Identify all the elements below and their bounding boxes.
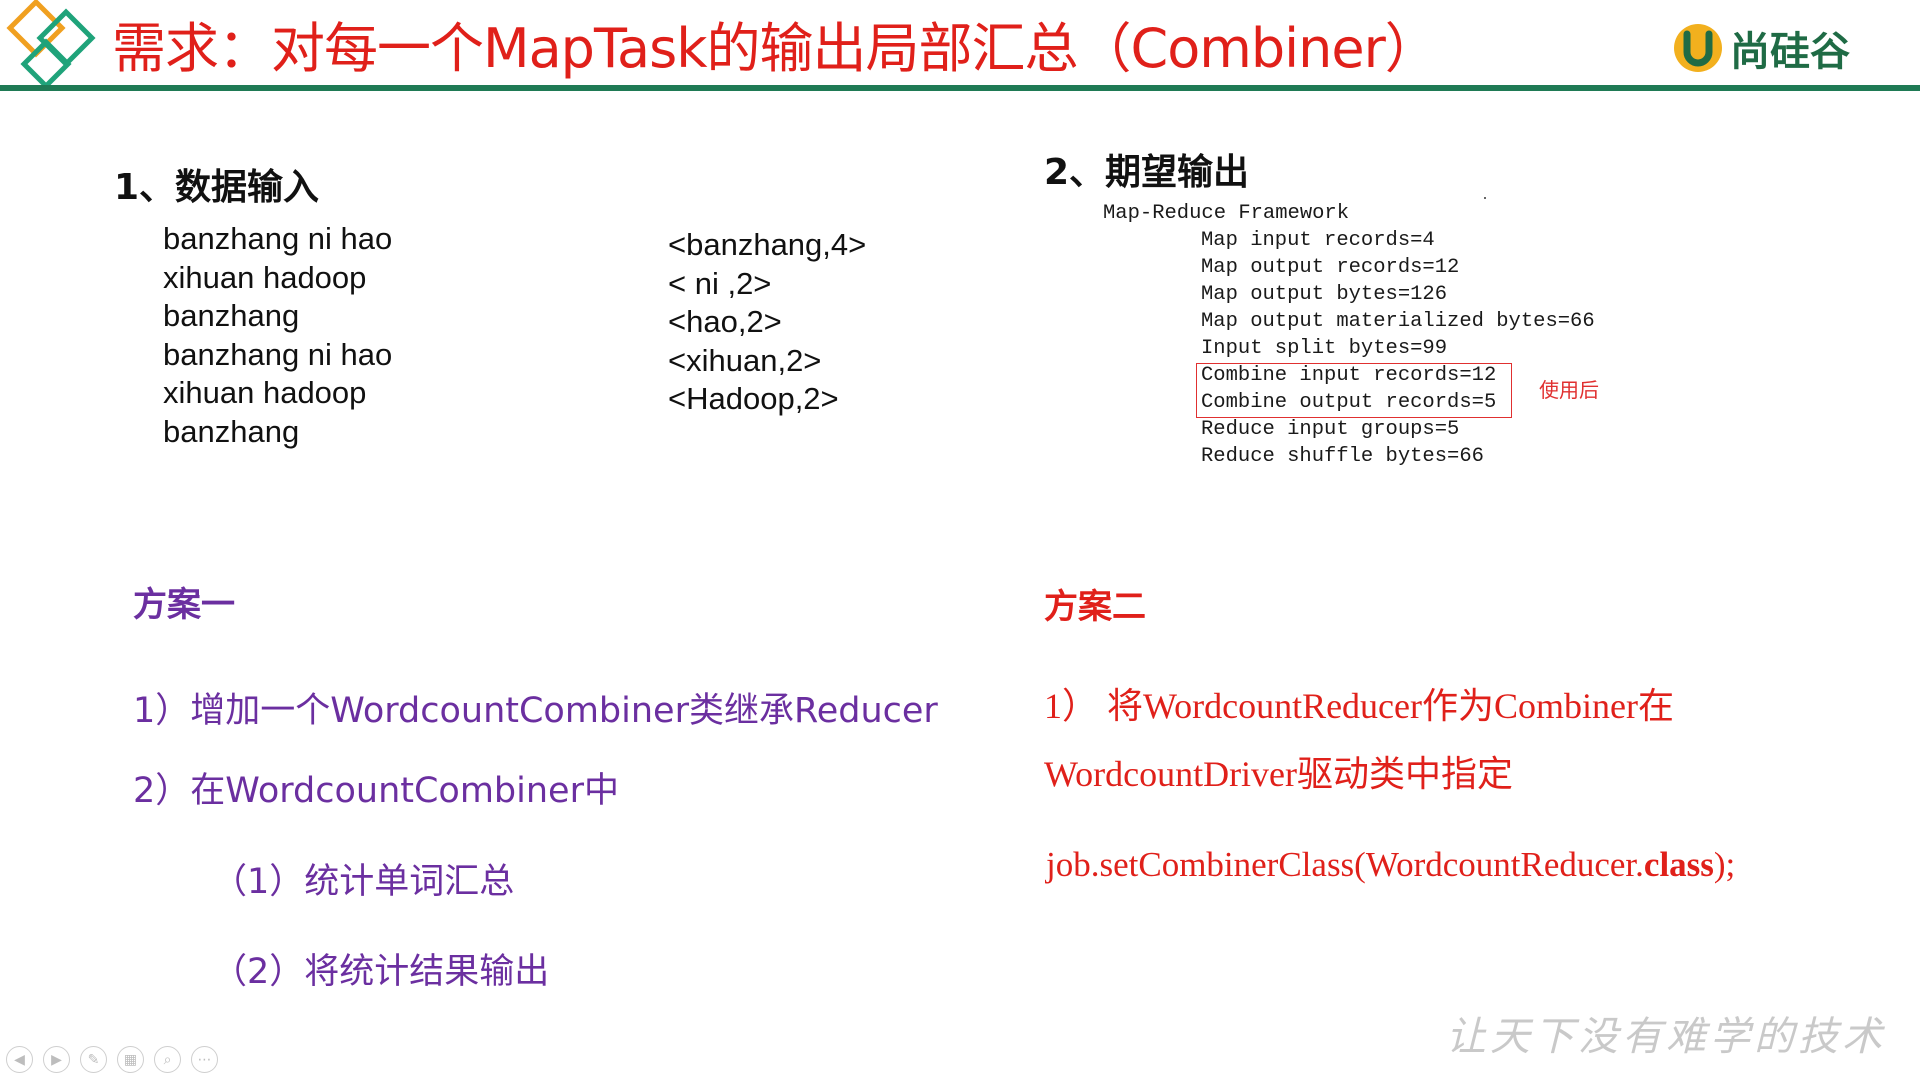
plan1-step2-sub1: （1）统计单词汇总 bbox=[212, 862, 515, 902]
code-prefix: job.setCombinerClass(WordcountReducer. bbox=[1046, 845, 1644, 884]
framework-label: Map-Reduce Framework bbox=[1103, 202, 1350, 225]
plan2-title: 方案二 bbox=[1044, 587, 1146, 627]
word-count-pairs: <banzhang,4> < ni ,2> <hao,2> <xihuan,2>… bbox=[668, 226, 866, 419]
plan2-step1-line2: WordcountDriver驱动类中指定 bbox=[1044, 754, 1514, 794]
pen-icon[interactable]: ✎ bbox=[80, 1046, 107, 1073]
slideshow-controls: ◀ ▶ ✎ ▦ ⌕ ⋯ bbox=[6, 1046, 218, 1073]
plan2-step1-line1: 1） 将WordcountReducer作为Combiner在 bbox=[1044, 686, 1674, 726]
brand-logo: 尚硅谷 bbox=[1672, 18, 1850, 78]
pair-item: <hao,2> bbox=[668, 304, 782, 339]
prev-icon[interactable]: ◀ bbox=[6, 1046, 33, 1073]
stray-dot bbox=[1484, 197, 1486, 199]
logo-diamonds-icon bbox=[6, 0, 96, 86]
brand-u-icon bbox=[1674, 24, 1722, 72]
title-divider bbox=[0, 85, 1920, 91]
code-keyword: class bbox=[1643, 845, 1714, 884]
plan1-step1: 1）增加一个WordcountCombiner类继承Reducer bbox=[133, 691, 938, 731]
counter-line: Map output records=12 bbox=[1201, 256, 1460, 279]
zoom-icon[interactable]: ⌕ bbox=[154, 1046, 181, 1073]
plan1-step2: 2）在WordcountCombiner中 bbox=[133, 771, 619, 811]
pair-item: <banzhang,4> bbox=[668, 227, 867, 262]
next-icon[interactable]: ▶ bbox=[43, 1046, 70, 1073]
input-lines: banzhang ni hao xihuan hadoop banzhang b… bbox=[163, 220, 392, 451]
after-use-note: 使用后 bbox=[1539, 378, 1599, 402]
slide-title: 需求：对每一个MapTask的输出局部汇总（Combiner） bbox=[112, 17, 1439, 80]
counter-line: Map output bytes=126 bbox=[1201, 283, 1448, 306]
plan1-title: 方案一 bbox=[133, 585, 235, 625]
combine-highlight-box bbox=[1196, 363, 1512, 418]
input-line: xihuan hadoop bbox=[163, 375, 367, 410]
brand-name: 尚硅谷 bbox=[1730, 29, 1850, 75]
input-heading: 1、数据输入 bbox=[114, 167, 320, 208]
input-line: banzhang ni hao bbox=[163, 336, 393, 372]
input-line: banzhang bbox=[163, 298, 300, 333]
plan2-code-line: job.setCombinerClass(WordcountReducer.cl… bbox=[1046, 845, 1735, 885]
counter-line: Map input records=4 bbox=[1201, 229, 1435, 252]
pair-item: <Hadoop,2> bbox=[668, 381, 839, 416]
output-heading: 2、期望输出 bbox=[1044, 152, 1250, 193]
counter-line: Map output materialized bytes=66 bbox=[1201, 310, 1595, 333]
pair-item: < ni ,2> bbox=[668, 265, 772, 301]
pair-item: <xihuan,2> bbox=[668, 342, 822, 378]
input-line: banzhang bbox=[163, 413, 300, 449]
counter-console: Map-Reduce Framework Map input records=4… bbox=[1103, 200, 1595, 470]
counter-line: Reduce input groups=5 bbox=[1201, 418, 1460, 441]
code-suffix: ); bbox=[1713, 845, 1736, 884]
more-icon[interactable]: ⋯ bbox=[191, 1046, 218, 1073]
plan1-step2-sub2: （2）将统计结果输出 bbox=[212, 952, 550, 992]
input-line: xihuan hadoop bbox=[163, 259, 367, 295]
input-line: banzhang ni hao bbox=[163, 221, 393, 256]
slogan-watermark: 让天下没有难学的技术 bbox=[1446, 1014, 1886, 1060]
slides-icon[interactable]: ▦ bbox=[117, 1046, 144, 1073]
counter-line: Reduce shuffle bytes=66 bbox=[1201, 445, 1484, 468]
counter-line: Input split bytes=99 bbox=[1201, 337, 1448, 360]
